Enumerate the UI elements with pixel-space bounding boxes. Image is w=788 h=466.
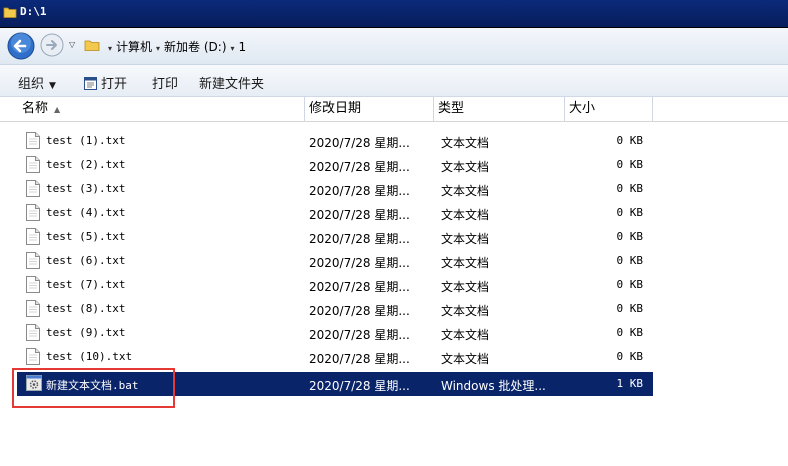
- text-file-icon: [26, 132, 40, 152]
- file-date: 2020/7/28 星期...: [309, 208, 410, 222]
- file-name: test (9).txt: [46, 326, 126, 339]
- command-bar: 组织 ▼ 打开 打印 新建文件夹: [0, 65, 788, 97]
- column-header-size[interactable]: 大小: [565, 97, 653, 121]
- file-date: 2020/7/28 星期...: [309, 280, 410, 294]
- text-file-icon: [26, 204, 40, 224]
- breadcrumb-item-folder[interactable]: 1: [239, 40, 247, 54]
- file-type: 文本文档: [441, 256, 490, 270]
- column-header-name[interactable]: 名称 ▲: [18, 97, 305, 121]
- file-row[interactable]: test (10).txt 2020/7/28 星期... 文本文档 0 KB: [17, 345, 653, 369]
- file-size: 0 KB: [616, 326, 644, 339]
- new-folder-button[interactable]: 新建文件夹: [199, 73, 264, 92]
- file-type: 文本文档: [441, 304, 490, 318]
- file-row[interactable]: test (5).txt 2020/7/28 星期... 文本文档 0 KB: [17, 225, 653, 249]
- print-button[interactable]: 打印: [152, 73, 178, 92]
- column-name-label: 名称: [22, 101, 49, 116]
- text-file-icon: [26, 156, 40, 176]
- chevron-down-icon[interactable]: ▾: [231, 44, 235, 53]
- title-bar: D:\1: [0, 0, 788, 28]
- breadcrumb-item-computer[interactable]: 计算机: [116, 40, 152, 54]
- file-row[interactable]: test (2).txt 2020/7/28 星期... 文本文档 0 KB: [17, 153, 653, 177]
- file-size: 0 KB: [616, 350, 644, 363]
- file-date: 2020/7/28 星期...: [309, 184, 410, 198]
- file-row[interactable]: test (7).txt 2020/7/28 星期... 文本文档 0 KB: [17, 273, 653, 297]
- file-name: test (10).txt: [46, 350, 133, 363]
- file-type: 文本文档: [441, 280, 490, 294]
- file-name: test (2).txt: [46, 158, 126, 171]
- file-size: 0 KB: [616, 182, 644, 195]
- file-type: 文本文档: [441, 136, 490, 150]
- file-row[interactable]: test (6).txt 2020/7/28 星期... 文本文档 0 KB: [17, 249, 653, 273]
- file-size: 0 KB: [616, 302, 644, 315]
- column-header-date[interactable]: 修改日期: [305, 97, 434, 121]
- file-type: 文本文档: [441, 352, 490, 366]
- file-type: 文本文档: [441, 184, 490, 198]
- file-date: 2020/7/28 星期...: [309, 304, 410, 318]
- column-header-type[interactable]: 类型: [434, 97, 565, 121]
- file-name: test (1).txt: [46, 134, 126, 147]
- text-file-icon: [26, 276, 40, 296]
- file-size: 0 KB: [616, 158, 644, 171]
- open-label: 打开: [101, 77, 128, 92]
- column-headers: 名称 ▲ 修改日期 类型 大小: [0, 97, 788, 122]
- file-name: test (3).txt: [46, 182, 126, 195]
- file-row[interactable]: test (9).txt 2020/7/28 星期... 文本文档 0 KB: [17, 321, 653, 345]
- file-size: 1 KB: [616, 377, 644, 390]
- file-name: test (6).txt: [46, 254, 126, 267]
- file-date: 2020/7/28 星期...: [309, 352, 410, 366]
- file-size: 0 KB: [616, 278, 644, 291]
- notepad-icon: [84, 77, 97, 94]
- file-type: Windows 批处理...: [441, 379, 546, 393]
- file-date: 2020/7/28 星期...: [309, 160, 410, 174]
- file-name: test (4).txt: [46, 206, 126, 219]
- chevron-down-icon: ▼: [49, 81, 56, 91]
- file-name: test (5).txt: [46, 230, 126, 243]
- organize-label: 组织: [18, 77, 45, 92]
- file-size: 0 KB: [616, 230, 644, 243]
- forward-button[interactable]: [38, 31, 66, 62]
- file-type: 文本文档: [441, 328, 490, 342]
- file-date: 2020/7/28 星期...: [309, 379, 410, 393]
- file-size: 0 KB: [616, 206, 644, 219]
- back-button[interactable]: [6, 31, 36, 64]
- address-bar: ▽ ▾ 计算机 ▾ 新加卷 (D:) ▾ 1: [0, 28, 788, 65]
- file-type: 文本文档: [441, 232, 490, 246]
- file-name: test (7).txt: [46, 278, 126, 291]
- file-date: 2020/7/28 星期...: [309, 256, 410, 270]
- chevron-down-icon[interactable]: ▾: [108, 44, 112, 53]
- file-date: 2020/7/28 星期...: [309, 232, 410, 246]
- text-file-icon: [26, 300, 40, 320]
- file-row[interactable]: test (3).txt 2020/7/28 星期... 文本文档 0 KB: [17, 177, 653, 201]
- folder-icon: [84, 37, 100, 56]
- file-date: 2020/7/28 星期...: [309, 136, 410, 150]
- file-row[interactable]: test (1).txt 2020/7/28 星期... 文本文档 0 KB: [17, 129, 653, 153]
- annotation-highlight-box: [12, 368, 175, 408]
- breadcrumb: ▾ 计算机 ▾ 新加卷 (D:) ▾ 1: [104, 38, 246, 55]
- file-size: 0 KB: [616, 254, 644, 267]
- text-file-icon: [26, 228, 40, 248]
- file-type: 文本文档: [441, 208, 490, 222]
- file-row[interactable]: test (8).txt 2020/7/28 星期... 文本文档 0 KB: [17, 297, 653, 321]
- file-date: 2020/7/28 星期...: [309, 328, 410, 342]
- window-title: D:\1: [20, 5, 47, 18]
- text-file-icon: [26, 348, 40, 368]
- open-button[interactable]: 打开: [84, 73, 127, 94]
- file-name: test (8).txt: [46, 302, 126, 315]
- text-file-icon: [26, 180, 40, 200]
- folder-icon: [3, 5, 17, 22]
- chevron-down-icon[interactable]: ▾: [156, 44, 160, 53]
- text-file-icon: [26, 252, 40, 272]
- file-row[interactable]: test (4).txt 2020/7/28 星期... 文本文档 0 KB: [17, 201, 653, 225]
- text-file-icon: [26, 324, 40, 344]
- recent-pages-dropdown-icon[interactable]: ▽: [69, 40, 75, 49]
- sort-ascending-icon: ▲: [54, 105, 61, 114]
- organize-button[interactable]: 组织 ▼: [18, 73, 56, 92]
- file-size: 0 KB: [616, 134, 644, 147]
- file-type: 文本文档: [441, 160, 490, 174]
- breadcrumb-item-drive[interactable]: 新加卷 (D:): [164, 40, 226, 54]
